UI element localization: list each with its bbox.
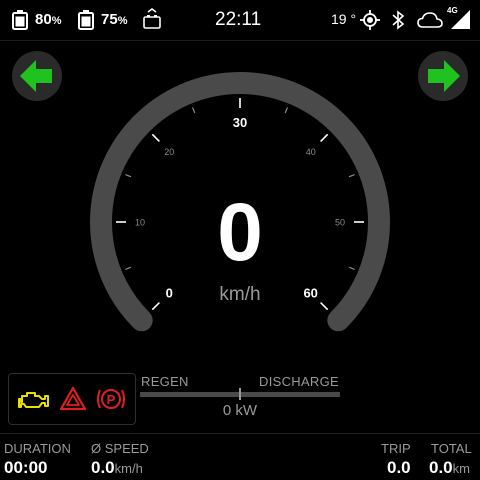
gauge-major-tick [320, 133, 329, 142]
gauge-major-tick [151, 133, 160, 142]
divider [0, 433, 480, 434]
gauge-minor-tick [348, 173, 355, 178]
status-bar: 80% 75% 22:11 19 ° 4G [0, 0, 480, 41]
total-value: 0.0km [429, 458, 470, 477]
gauge-tick-label: 40 [306, 147, 316, 157]
trip-label: TRIP [381, 441, 411, 456]
battery-icon [12, 10, 28, 30]
clock: 22:11 [215, 9, 262, 30]
discharge-label: DISCHARGE [259, 374, 339, 389]
gauge-tick-label: 30 [233, 115, 247, 130]
gauge-minor-tick [284, 107, 289, 114]
battery-percent: 80% [35, 11, 62, 28]
speed-value: 0 [217, 187, 263, 278]
duration-value: 00:00 [4, 458, 48, 477]
hazard-warning-icon [60, 386, 86, 411]
battery-percent: 75% [101, 11, 128, 28]
svg-text:P: P [107, 392, 116, 407]
avg-speed-value: 0.0km/h [91, 458, 143, 477]
gauge-minor-tick [191, 107, 196, 114]
power-bar-center [239, 388, 241, 400]
regen-label: REGEN [141, 374, 189, 389]
avg-speed-label: Ø SPEED [91, 441, 149, 456]
gauge-minor-tick [348, 266, 355, 271]
gauge-tick-label: 20 [164, 147, 174, 157]
gauge-minor-tick [125, 173, 132, 178]
engine-warning-icon [18, 392, 49, 408]
vehicle-battery-icon [143, 8, 161, 29]
warning-lights-panel: P [8, 373, 136, 425]
speed-unit: km/h [219, 284, 261, 305]
total-label: TOTAL [431, 441, 472, 456]
parking-brake-icon: P [97, 389, 125, 409]
temperature: 19 ° [331, 11, 357, 27]
trip-value: 0.0 [387, 458, 411, 477]
bluetooth-icon [392, 10, 405, 30]
gps-icon [360, 10, 380, 30]
gauge-minor-tick [125, 266, 132, 271]
power-value: 0 kW [222, 402, 258, 419]
cloud-icon [417, 12, 443, 28]
battery-icon [78, 10, 94, 30]
duration-label: DURATION [4, 441, 71, 456]
network-type: 4G [447, 6, 458, 15]
